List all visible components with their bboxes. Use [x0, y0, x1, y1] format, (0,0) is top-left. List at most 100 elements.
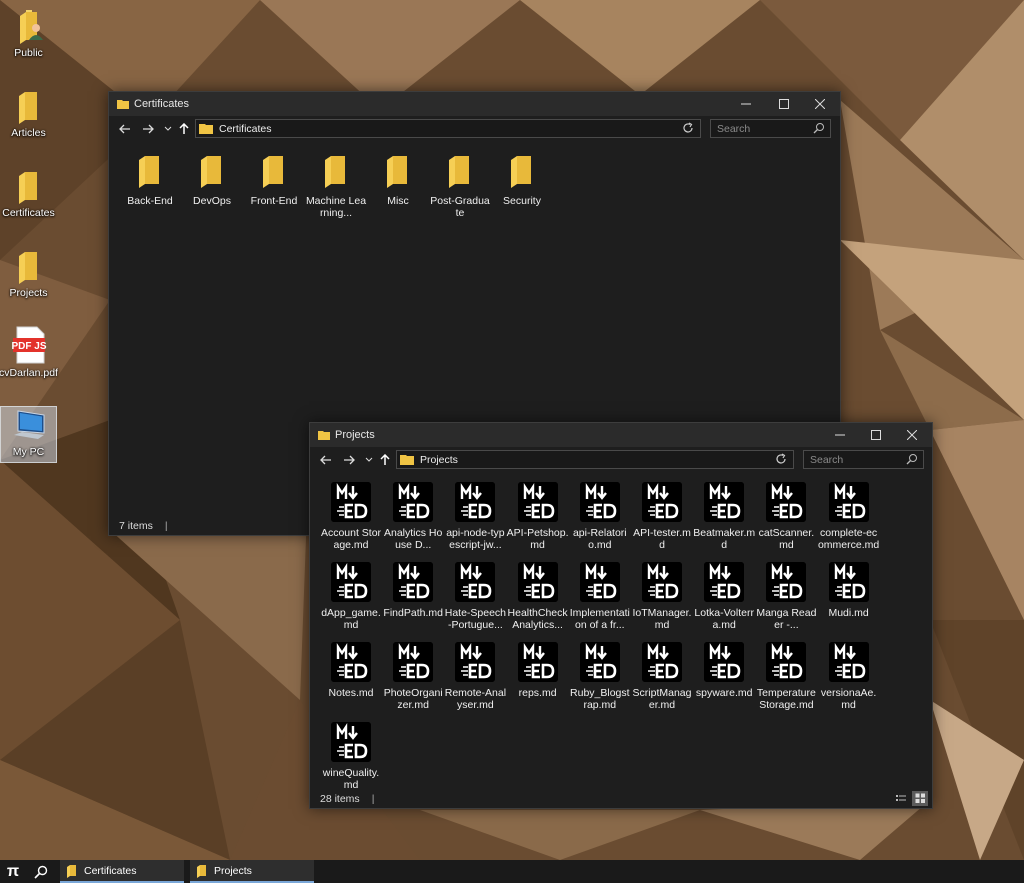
minimize-button[interactable] [728, 92, 764, 116]
start-button[interactable]: π [0, 860, 26, 883]
forward-button[interactable] [339, 450, 359, 470]
file-item-api-relatorio-md[interactable]: api-Relatorio.md [569, 482, 631, 551]
folder-item-front-end[interactable]: Front-End [243, 154, 305, 207]
file-item-lotka-volterra-md[interactable]: Lotka-Volterra.md [693, 562, 755, 631]
search-box[interactable] [803, 450, 924, 469]
file-item-findpath-md[interactable]: FindPath.md [382, 562, 444, 619]
file-item-ruby-blogstrap-md[interactable]: Ruby_Blogstrap.md [569, 642, 631, 711]
address-path: Certificates [219, 122, 272, 135]
folder-item-misc[interactable]: Misc [367, 154, 429, 207]
file-item-api-tester-md[interactable]: API-tester.md [631, 482, 693, 551]
file-item-temperature-storage-md[interactable]: Temperature Storage.md [755, 642, 817, 711]
taskbar-item-label: Certificates [84, 864, 137, 877]
search-input[interactable] [810, 453, 900, 466]
minimize-button[interactable] [822, 423, 858, 447]
desktop-icon-label: cvDarlan.pdf [0, 367, 58, 379]
file-item-iotmanager-md[interactable]: IoTManager.md [631, 562, 693, 631]
markdown-file-icon [517, 482, 558, 522]
file-item-api-node-typescript-jw[interactable]: api-node-typescript-jw... [444, 482, 506, 551]
folder-icon [263, 156, 283, 188]
close-button[interactable] [894, 423, 930, 447]
user-folder-icon [19, 10, 43, 44]
markdown-file-icon [455, 482, 496, 522]
address-bar[interactable]: Projects [396, 450, 794, 469]
navigation-bar: Certificates [109, 116, 840, 142]
folder-item-back-end[interactable]: Back-End [119, 154, 181, 207]
search-box[interactable] [710, 119, 831, 138]
item-label: Mudi.md [828, 607, 869, 619]
file-item-versionaae-md[interactable]: versionaAe.md [818, 642, 880, 711]
folder-icon [400, 455, 414, 465]
projects-window[interactable]: Projects Projects Account Storage.mdAnal… [309, 422, 933, 809]
file-item-manga-reader[interactable]: Manga Reader -... [755, 562, 817, 631]
arrow-right-icon [344, 455, 355, 465]
desktop-icon-articles[interactable]: Articles [0, 88, 57, 145]
desktop-icon-projects[interactable]: Projects [0, 248, 57, 305]
file-item-beatmaker-md[interactable]: Beatmaker.md [693, 482, 755, 551]
file-item-analytics-house-d[interactable]: Analytics House D... [382, 482, 444, 551]
markdown-file-icon [393, 562, 434, 602]
forward-button[interactable] [138, 119, 158, 139]
markdown-file-icon [579, 482, 620, 522]
file-item-scriptmanager-md[interactable]: ScriptManager.md [631, 642, 693, 711]
title-bar[interactable]: Certificates [109, 92, 840, 116]
file-item-catscanner-md[interactable]: catScanner.md [755, 482, 817, 551]
folder-icon [18, 172, 37, 204]
item-label: Misc [387, 195, 409, 207]
desktop-icon-public[interactable]: Public [0, 8, 57, 65]
maximize-button[interactable] [766, 92, 802, 116]
search-button[interactable] [26, 860, 56, 883]
close-button[interactable] [802, 92, 838, 116]
item-label: Notes.md [328, 687, 374, 699]
folder-item-machine-learning[interactable]: Machine Learning... [305, 154, 367, 219]
folder-item-devops[interactable]: DevOps [181, 154, 243, 207]
back-button[interactable] [316, 450, 336, 470]
file-item-photeorganizer-md[interactable]: PhoteOrganizer.md [382, 642, 444, 711]
folder-item-post-graduate[interactable]: Post-Graduate [429, 154, 491, 219]
file-item-reps-md[interactable]: reps.md [507, 642, 569, 699]
search-input[interactable] [717, 122, 807, 135]
desktop-icon-my-pc[interactable]: My PC [0, 406, 57, 463]
item-label: Implementation of a fr... [569, 607, 630, 631]
markdown-file-icon [579, 562, 620, 602]
file-item-notes-md[interactable]: Notes.md [320, 642, 382, 699]
file-item-implementation-of-a-fr[interactable]: Implementation of a fr... [569, 562, 631, 631]
title-bar[interactable]: Projects [310, 423, 932, 447]
desktop-icon-certificates[interactable]: Certificates [0, 168, 57, 225]
address-bar[interactable]: Certificates [195, 119, 701, 138]
markdown-file-icon [393, 642, 434, 682]
item-label: HealthCheck Analytics... [507, 607, 568, 631]
file-item-account-storage-md[interactable]: Account Storage.md [320, 482, 382, 551]
file-item-healthcheck-analytics[interactable]: HealthCheck Analytics... [507, 562, 569, 631]
up-button[interactable] [174, 119, 194, 139]
taskbar-item-label: Projects [214, 864, 252, 877]
back-button[interactable] [115, 119, 135, 139]
desktop-icon-cvdarlan-pdf[interactable]: PDF JS cvDarlan.pdf [0, 326, 58, 383]
maximize-button[interactable] [858, 423, 894, 447]
up-button[interactable] [375, 450, 395, 470]
details-view-icon [896, 795, 906, 801]
taskbar-item-projects[interactable]: Projects [190, 860, 314, 883]
maximize-icon [871, 430, 881, 440]
chevron-down-icon [365, 457, 373, 462]
item-label: Temperature Storage.md [756, 687, 816, 711]
markdown-file-icon [704, 642, 745, 682]
refresh-button[interactable] [775, 453, 787, 468]
file-item-hate-speech-portugue[interactable]: Hate-Speech-Portugue... [444, 562, 506, 631]
file-item-api-petshop-md[interactable]: API-Petshop.md [507, 482, 569, 551]
desktop-icon-label: Projects [9, 287, 48, 299]
file-item-mudi-md[interactable]: Mudi.md [818, 562, 880, 619]
file-item-remote-analyser-md[interactable]: Remote-Analyser.md [444, 642, 506, 711]
large-icons-view-button[interactable] [912, 791, 928, 806]
markdown-file-icon [331, 722, 371, 762]
item-label: catScanner.md [758, 527, 815, 551]
file-item-dapp-game-md[interactable]: dApp_game.md [320, 562, 382, 631]
taskbar-item-certificates[interactable]: Certificates [60, 860, 184, 883]
file-item-winequality-md[interactable]: wineQuality.md [320, 722, 382, 791]
item-count: 7 items [119, 520, 153, 532]
folder-item-security[interactable]: Security [491, 154, 553, 207]
file-item-spyware-md[interactable]: spyware.md [693, 642, 755, 699]
file-item-complete-ecommerce-md[interactable]: complete-ecommerce.md [818, 482, 880, 551]
refresh-button[interactable] [682, 122, 694, 137]
details-view-button[interactable] [895, 793, 907, 808]
